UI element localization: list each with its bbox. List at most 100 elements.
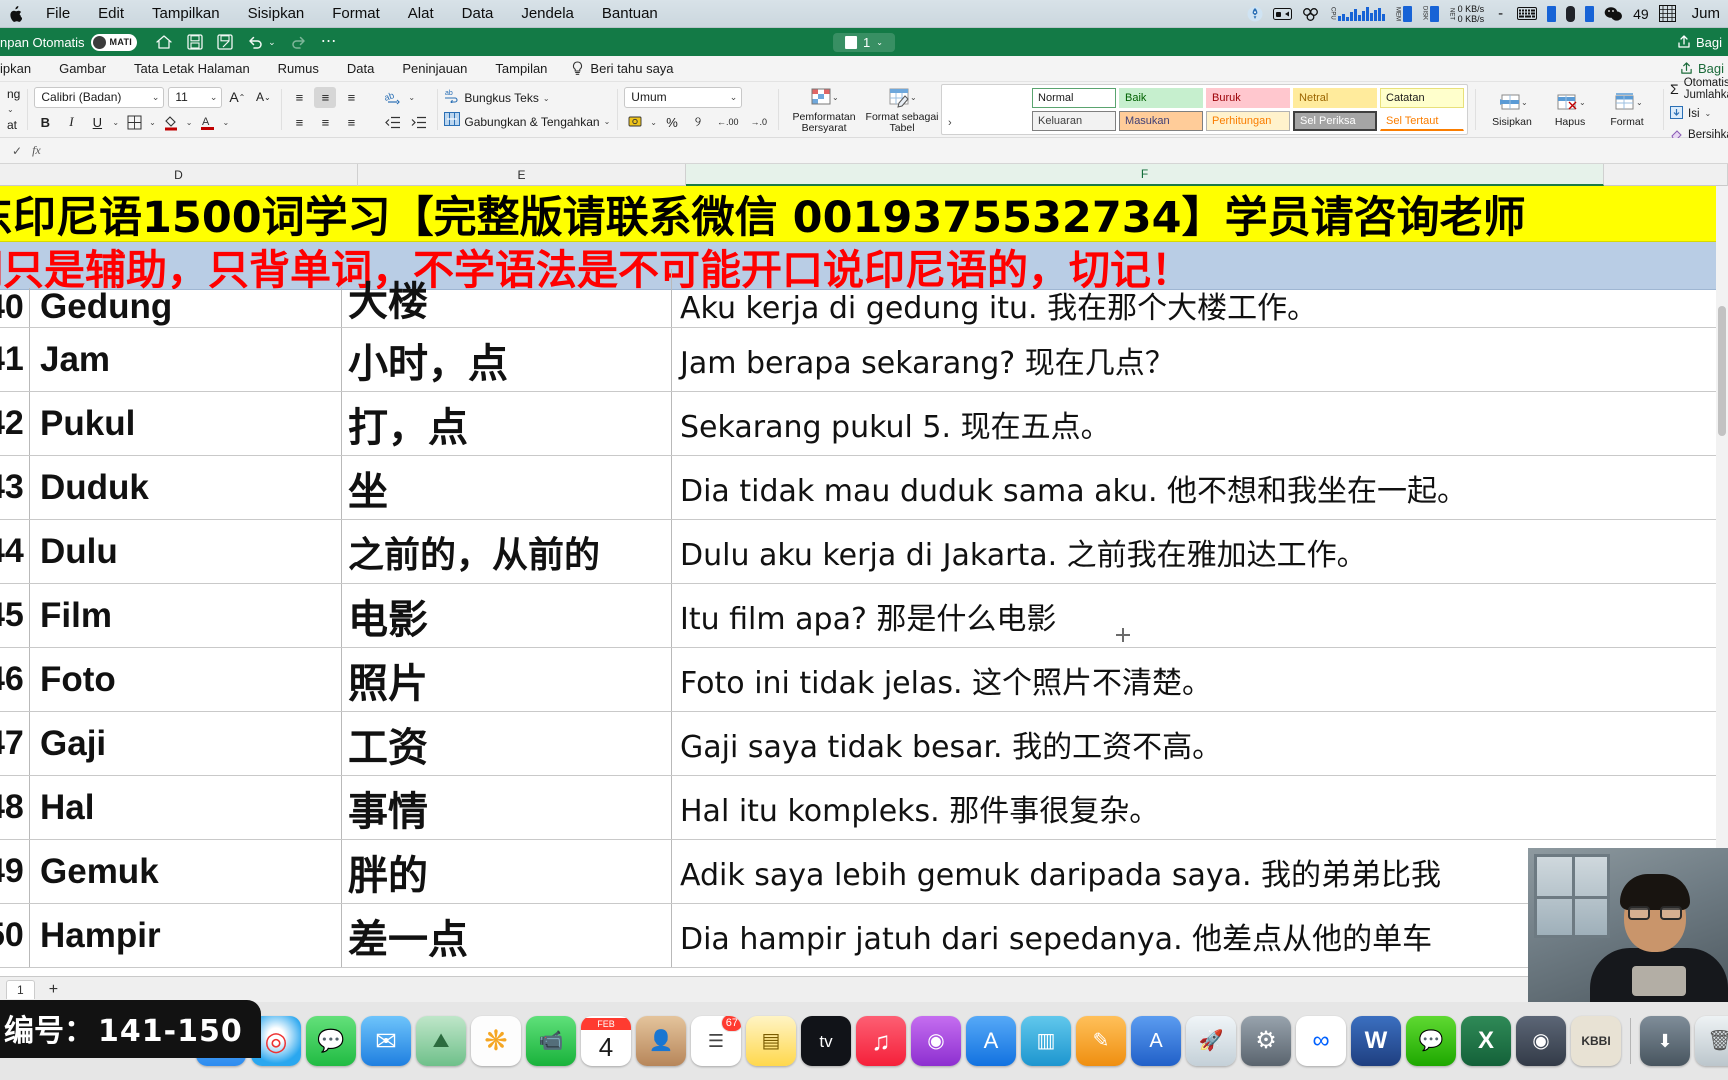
decrease-indent-icon[interactable] bbox=[382, 112, 404, 133]
delete-cells-button[interactable]: ⌄ Hapus bbox=[1542, 91, 1598, 128]
menu-jendela[interactable]: Jendela bbox=[507, 5, 588, 22]
menu-bantuan[interactable]: Bantuan bbox=[588, 5, 672, 22]
rocket-icon[interactable] bbox=[1247, 4, 1263, 24]
autosave-toggle[interactable]: MATI bbox=[90, 33, 138, 51]
row-sentence[interactable]: Sekarang pukul 5. 现在五点。 bbox=[672, 392, 1728, 455]
dock-item-dropbox[interactable]: ∞ bbox=[1296, 1016, 1346, 1066]
row-chinese[interactable]: 差一点 bbox=[342, 904, 672, 967]
tab-data[interactable]: Data bbox=[333, 61, 388, 76]
chevron-down-icon[interactable]: ⌄ bbox=[604, 117, 611, 126]
increase-font-size-icon[interactable]: A ⌃ bbox=[226, 87, 248, 108]
column-header-e[interactable]: E bbox=[358, 164, 686, 186]
add-sheet-button[interactable]: + bbox=[49, 981, 58, 999]
insert-cells-button[interactable]: ⌄ Sisipkan bbox=[1482, 91, 1542, 128]
tab-rumus[interactable]: Rumus bbox=[264, 61, 333, 76]
comma-style-button[interactable]: ୨ bbox=[687, 112, 709, 133]
network-monitor-icon[interactable]: NET 0 KB/s 0 KB/s bbox=[1449, 4, 1485, 24]
screen-record-icon[interactable] bbox=[1272, 4, 1292, 24]
input-method-icon[interactable] bbox=[1658, 4, 1676, 24]
row-sentence[interactable]: Dia tidak mau duduk sama aku. 他不想和我坐在一起。 bbox=[672, 456, 1728, 519]
dropbox-icon[interactable] bbox=[1302, 4, 1320, 24]
dock-item-messages[interactable]: 💬 bbox=[306, 1016, 356, 1066]
save-icon[interactable] bbox=[187, 34, 203, 50]
row-chinese[interactable]: 大楼 bbox=[342, 269, 672, 327]
row-word[interactable]: Pukul bbox=[30, 392, 342, 455]
autosum-button[interactable]: Σ Otomatis Jumlahkan ⌄ bbox=[1670, 77, 1728, 101]
chevron-down-icon[interactable]: ⌄ bbox=[149, 118, 156, 127]
home-icon[interactable] bbox=[155, 34, 173, 50]
row-word[interactable]: Gaji bbox=[30, 712, 342, 775]
fill-color-icon[interactable] bbox=[160, 112, 182, 133]
chevron-down-icon[interactable]: ⌄ bbox=[650, 118, 657, 127]
row-sentence[interactable]: Hal itu kompleks. 那件事很复杂。 bbox=[672, 776, 1728, 839]
dock-item-contacts[interactable]: 👤 bbox=[636, 1016, 686, 1066]
dock-item-photos[interactable]: ❋ bbox=[471, 1016, 521, 1066]
style-netral[interactable]: Netral bbox=[1293, 88, 1378, 108]
undo-caret-icon[interactable]: ⌄ bbox=[268, 37, 276, 48]
column-header-d[interactable]: D bbox=[0, 164, 358, 186]
spreadsheet-grid[interactable]: 东印尼语1500词学习【完整版请联系微信 0019375532734】学员请咨询… bbox=[0, 186, 1728, 976]
row-sentence[interactable]: Dulu aku kerja di Jakarta. 之前我在雅加达工作。 bbox=[672, 520, 1728, 583]
row-chinese[interactable]: 事情 bbox=[342, 776, 672, 839]
dock-item-excel[interactable]: X bbox=[1461, 1016, 1511, 1066]
chevron-down-icon[interactable]: ⌄ bbox=[1705, 109, 1712, 118]
italic-button[interactable]: I bbox=[60, 112, 82, 133]
dock-item-numbers[interactable]: ▥ bbox=[1021, 1016, 1071, 1066]
dock-item-facetime[interactable]: 📹 bbox=[526, 1016, 576, 1066]
dock-item-launchpad[interactable]: 🚀 bbox=[1186, 1016, 1236, 1066]
column-header-g[interactable] bbox=[1604, 164, 1728, 186]
increase-indent-icon[interactable] bbox=[408, 112, 430, 133]
currency-icon[interactable] bbox=[624, 112, 646, 133]
style-keluaran[interactable]: Keluaran bbox=[1032, 111, 1117, 131]
dock-item-maps[interactable]: ⛰ bbox=[416, 1016, 466, 1066]
merge-center-row[interactable]: Gabungkan & Tengahkan ⌄ bbox=[444, 112, 610, 131]
font-color-icon[interactable]: A bbox=[196, 112, 218, 133]
table-row[interactable]: 43 Duduk 坐 Dia tidak mau duduk sama aku.… bbox=[0, 456, 1728, 520]
cpu-monitor-icon[interactable]: CPU bbox=[1330, 4, 1385, 24]
ribbon-share-button[interactable]: Bagi bbox=[1680, 61, 1724, 76]
row-chinese[interactable]: 胖的 bbox=[342, 840, 672, 903]
format-cells-button[interactable]: ⌄ Format bbox=[1598, 91, 1656, 128]
bold-button[interactable]: B bbox=[34, 112, 56, 133]
align-left-icon[interactable]: ≡ bbox=[288, 112, 310, 133]
row-word[interactable]: Gedung bbox=[30, 287, 342, 327]
table-row[interactable]: 47 Gaji 工资 Gaji saya tidak besar. 我的工资不高… bbox=[0, 712, 1728, 776]
chevron-down-icon[interactable]: ⌄ bbox=[186, 118, 193, 127]
font-size-select[interactable]: 11 ⌄ bbox=[168, 86, 223, 108]
chevron-down-icon[interactable]: ⌄ bbox=[543, 94, 550, 103]
more-icon[interactable]: ⋯ bbox=[321, 34, 337, 50]
redo-icon[interactable] bbox=[290, 34, 307, 50]
dock-item-system-settings[interactable]: ⚙ bbox=[1241, 1016, 1291, 1066]
menu-tampilkan[interactable]: Tampilkan bbox=[138, 5, 234, 22]
chevron-down-icon[interactable]: ⌄ bbox=[112, 118, 119, 127]
font-family-select[interactable]: Calibri (Badan) ⌄ bbox=[34, 86, 165, 108]
style-masukan[interactable]: Masukan bbox=[1119, 111, 1204, 131]
align-center-icon[interactable]: ≡ bbox=[314, 112, 336, 133]
wrap-text-row[interactable]: ab Bungkus Teks ⌄ bbox=[444, 88, 610, 108]
borders-icon[interactable] bbox=[123, 112, 145, 133]
menu-edit[interactable]: Edit bbox=[84, 5, 138, 22]
undo-icon[interactable] bbox=[247, 34, 264, 50]
tell-me-box[interactable]: Beri tahu saya bbox=[561, 61, 674, 76]
dock-item-screen-recorder[interactable]: ◉ bbox=[1516, 1016, 1566, 1066]
decrease-decimal-icon[interactable]: →.0 bbox=[747, 112, 772, 133]
table-row[interactable]: 44 Dulu 之前的，从前的 Dulu aku kerja di Jakart… bbox=[0, 520, 1728, 584]
checkmark-icon[interactable]: ✓ bbox=[0, 144, 22, 158]
dock-item-wechat[interactable]: 💬 bbox=[1406, 1016, 1456, 1066]
column-header-f[interactable]: F bbox=[686, 164, 1604, 186]
chevron-down-icon[interactable]: ⌄ bbox=[7, 105, 14, 114]
tab-sisipkan[interactable]: ipkan bbox=[0, 61, 45, 76]
align-top-icon[interactable]: ≡ bbox=[288, 87, 310, 108]
wifi-icon[interactable] bbox=[1585, 5, 1595, 22]
apple-icon[interactable] bbox=[0, 4, 32, 24]
wechat-icon[interactable] bbox=[1604, 4, 1623, 24]
align-bottom-icon[interactable]: ≡ bbox=[340, 87, 362, 108]
chevron-down-icon[interactable]: ⌄ bbox=[222, 118, 229, 127]
row-chinese[interactable]: 之前的，从前的 bbox=[342, 520, 672, 583]
dock-item-appletv[interactable]: tv bbox=[801, 1016, 851, 1066]
table-row[interactable]: 41 Jam 小时，点 Jam berapa sekarang? 现在几点？ bbox=[0, 328, 1728, 392]
row-sentence[interactable]: Gaji saya tidak besar. 我的工资不高。 bbox=[672, 712, 1728, 775]
dock-item-music[interactable]: ♫ bbox=[856, 1016, 906, 1066]
menu-format[interactable]: Format bbox=[318, 5, 394, 22]
text-orientation-icon[interactable]: ab bbox=[382, 87, 404, 108]
